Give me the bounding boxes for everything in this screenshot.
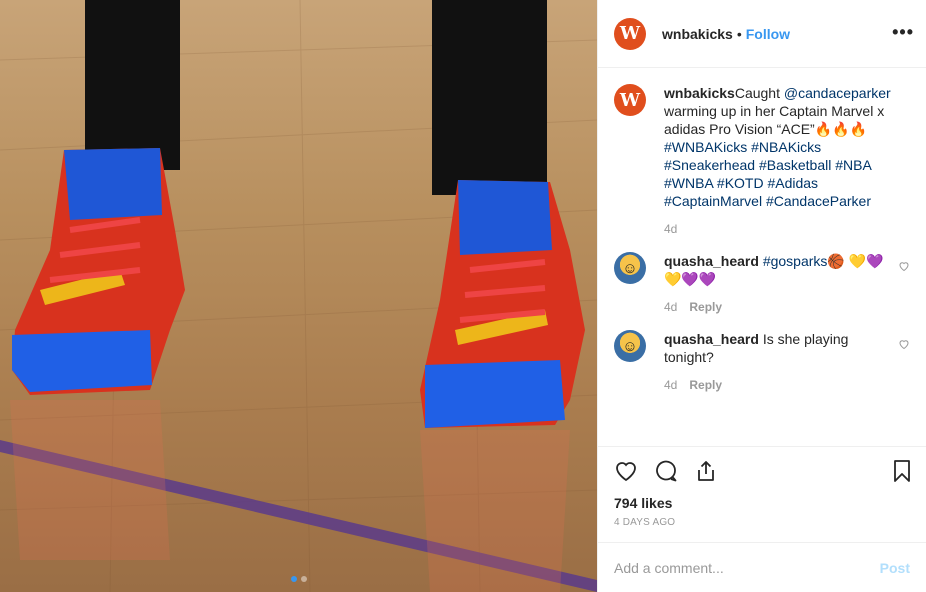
caption-row: W wnbakicksCaught @candaceparker warming…	[614, 84, 910, 236]
post-header: W wnbakicks • Follow •••	[598, 0, 926, 68]
comment-input[interactable]	[614, 559, 880, 576]
caption-hashtags[interactable]: #WNBAKicks #NBAKicks #Sneakerhead #Baske…	[664, 139, 871, 209]
caption-mention[interactable]: @candaceparker	[784, 85, 891, 101]
comment-row: ☺ quasha_heard #gosparks🏀 💛💜💛💜💜 4d Reply	[614, 252, 910, 314]
bookmark-icon[interactable]	[890, 459, 914, 483]
comment-like-heart-icon[interactable]	[898, 260, 910, 272]
caption-username[interactable]: wnbakicks	[664, 85, 735, 101]
caption-author-avatar[interactable]: W	[614, 84, 646, 116]
carousel-dot	[300, 576, 307, 582]
comment-row: ☺ quasha_heard Is she playing tonight? 4…	[614, 330, 910, 392]
more-options-icon[interactable]: •••	[892, 22, 914, 42]
author-username[interactable]: wnbakicks	[662, 26, 733, 42]
follow-button[interactable]: Follow	[746, 26, 790, 42]
heart-icon[interactable]	[614, 459, 638, 483]
commenter-avatar[interactable]: ☺	[614, 330, 646, 362]
caption-time[interactable]: 4d	[664, 222, 677, 236]
likes-count[interactable]: 794 likes	[614, 495, 910, 511]
comment-username[interactable]: quasha_heard	[664, 253, 759, 269]
post-actions: 794 likes 4 DAYS AGO	[598, 446, 926, 542]
sneaker-photo-illustration	[0, 0, 597, 592]
header-separator: •	[736, 25, 742, 42]
caption-text: wnbakicksCaught @candaceparker warming u…	[664, 84, 894, 210]
commenter-avatar[interactable]: ☺	[614, 252, 646, 284]
instagram-post-modal: W wnbakicks • Follow ••• W wnbakicksCaug…	[0, 0, 926, 592]
comment-text: quasha_heard Is she playing tonight?	[664, 330, 894, 366]
comment-time[interactable]: 4d	[664, 300, 677, 314]
carousel-indicator	[0, 576, 597, 582]
comments-list[interactable]: W wnbakicksCaught @candaceparker warming…	[598, 68, 926, 446]
comment-icon[interactable]	[654, 459, 678, 483]
add-comment-bar: Post	[598, 542, 926, 592]
comment-time[interactable]: 4d	[664, 378, 677, 392]
comment-meta: 4d Reply	[664, 378, 894, 392]
post-comment-button[interactable]: Post	[880, 560, 910, 576]
post-timestamp[interactable]: 4 DAYS AGO	[614, 517, 910, 528]
reply-button[interactable]: Reply	[689, 300, 722, 314]
comment-hashtag[interactable]: #gosparks	[763, 253, 828, 269]
action-icons	[614, 455, 910, 487]
caption-emoji: 🔥🔥🔥	[814, 121, 867, 137]
comment-like-heart-icon[interactable]	[898, 338, 910, 350]
post-photo[interactable]	[0, 0, 597, 592]
caption-text-part-1: Caught	[734, 85, 784, 101]
comment-meta: 4d Reply	[664, 300, 894, 314]
post-side-panel: W wnbakicks • Follow ••• W wnbakicksCaug…	[597, 0, 926, 592]
share-icon[interactable]	[694, 459, 718, 483]
caption-meta: 4d	[664, 222, 894, 236]
author-avatar[interactable]: W	[614, 17, 646, 50]
comment-username[interactable]: quasha_heard	[664, 331, 759, 347]
carousel-dot-active	[290, 576, 297, 582]
comment-text: quasha_heard #gosparks🏀 💛💜💛💜💜	[664, 252, 894, 288]
reply-button[interactable]: Reply	[689, 378, 722, 392]
